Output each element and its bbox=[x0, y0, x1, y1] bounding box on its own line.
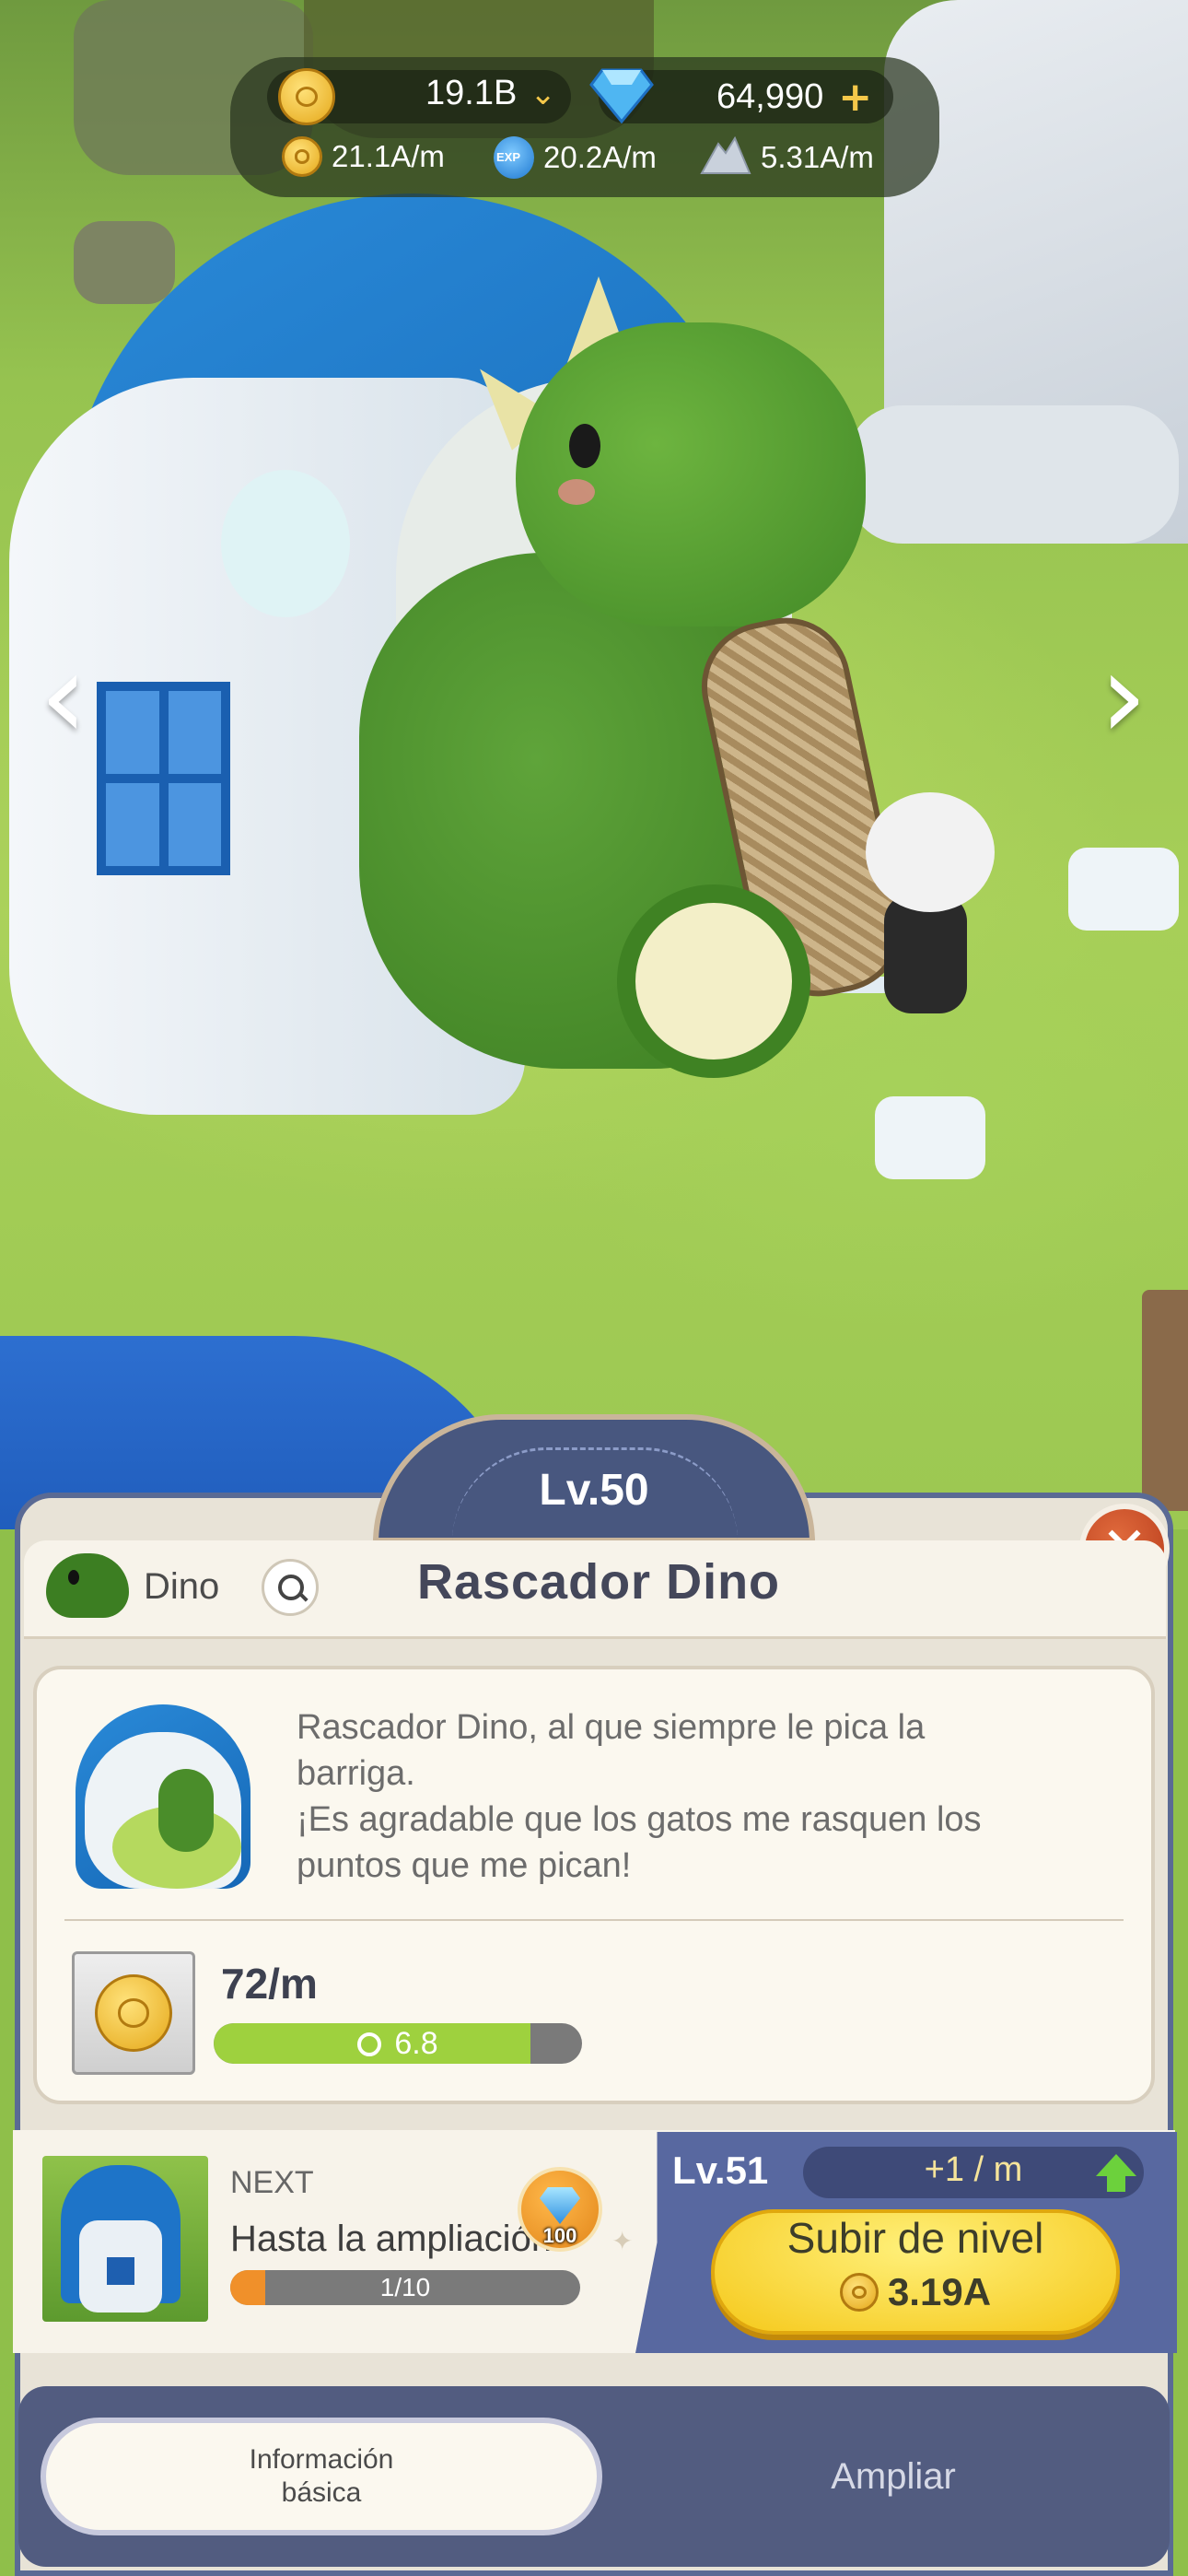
coin-total-value: 19.1B bbox=[425, 74, 518, 112]
description-line: puntos que me pican! bbox=[297, 1846, 632, 1885]
bench bbox=[1142, 1290, 1188, 1511]
add-gems-plus-icon[interactable]: + bbox=[838, 74, 872, 121]
divider bbox=[64, 1919, 1124, 1921]
mineral-rate-value: 5.31A/m bbox=[761, 140, 874, 174]
dino-cheek bbox=[558, 479, 595, 505]
category-name: Dino bbox=[144, 1566, 220, 1607]
goal-progress-text: 1/10 bbox=[379, 2273, 431, 2301]
building-level: Lv.50 bbox=[539, 1466, 649, 1515]
green-up-arrow-stem bbox=[1107, 2175, 1125, 2192]
production-gain: +1 / m bbox=[924, 2150, 1023, 2189]
search-icon[interactable] bbox=[262, 1559, 319, 1616]
dino-foot bbox=[617, 884, 810, 1078]
coin-icon bbox=[95, 1974, 172, 2052]
gem-reward-amount: 100 bbox=[542, 2224, 577, 2247]
green-up-arrow-icon bbox=[1096, 2154, 1136, 2176]
dino-eye bbox=[569, 424, 600, 468]
previous-building-arrow-icon[interactable]: ‹ bbox=[22, 626, 105, 765]
tab-expand[interactable]: Ampliar bbox=[663, 2418, 1124, 2535]
gem-icon bbox=[589, 66, 654, 123]
mineral-icon bbox=[698, 135, 751, 179]
exp-rate-value: 20.2A/m bbox=[543, 140, 657, 174]
coin-icon bbox=[278, 68, 335, 125]
building-window bbox=[97, 682, 230, 875]
building-description: Rascador Dino, al que siempre le pica la… bbox=[297, 1704, 1125, 1889]
tab-selected-star-icon: ✦ bbox=[306, 2390, 331, 2425]
game-scene[interactable] bbox=[0, 0, 1188, 1529]
tab-basic-info-label: básica bbox=[281, 2477, 362, 2508]
dino-avatar bbox=[37, 1535, 138, 1627]
level-up-cost-value: 3.19A bbox=[887, 2270, 992, 2313]
description-line: Rascador Dino, al que siempre le pica la bbox=[297, 1708, 926, 1747]
building-porthole bbox=[221, 470, 350, 617]
production-resource-box bbox=[72, 1951, 195, 2075]
building-title: Rascador Dino bbox=[416, 1554, 781, 1610]
upgrade-thumbnail bbox=[42, 2156, 208, 2322]
timer-value: 6.8 bbox=[394, 2026, 438, 2061]
dino-head bbox=[516, 322, 866, 626]
exp-drop-icon: EXP bbox=[494, 136, 534, 179]
next-building-arrow-icon[interactable]: › bbox=[1082, 626, 1165, 765]
next-level: Lv.51 bbox=[672, 2149, 769, 2192]
track-post bbox=[875, 1096, 985, 1179]
track-post bbox=[1068, 848, 1179, 931]
cat-character[interactable] bbox=[856, 792, 995, 1013]
description-line: barriga. bbox=[297, 1754, 415, 1793]
level-up-cost[interactable]: 3.19A bbox=[711, 2270, 1120, 2314]
cat-head bbox=[866, 792, 995, 912]
clock-icon bbox=[357, 2032, 382, 2056]
sparkle-icon: ✦ bbox=[611, 2226, 634, 2256]
coin-icon bbox=[839, 2273, 879, 2312]
goal-progress-bar: 1/10 bbox=[230, 2270, 580, 2305]
exp-badge: EXP bbox=[496, 150, 521, 164]
gem-total-value: 64,990 bbox=[716, 77, 824, 116]
tab-basic-info-label: Información bbox=[249, 2444, 394, 2475]
tab-basic-info[interactable]: Información básica bbox=[41, 2418, 602, 2535]
coin-rate-icon bbox=[282, 136, 322, 177]
level-up-label[interactable]: Subir de nivel bbox=[711, 2213, 1120, 2263]
next-label: NEXT bbox=[230, 2165, 314, 2200]
building-thumbnail bbox=[66, 1695, 269, 1907]
production-rate: 72/m bbox=[221, 1960, 318, 2008]
production-timer-bar: 6.8 bbox=[214, 2023, 582, 2064]
chevron-down-icon[interactable]: ⌄ bbox=[530, 76, 556, 112]
description-line: ¡Es agradable que los gatos me rasquen l… bbox=[297, 1800, 982, 1839]
coin-rate-value: 21.1A/m bbox=[332, 139, 445, 173]
stone-statue-base bbox=[847, 405, 1179, 544]
coin-total[interactable] bbox=[278, 68, 335, 125]
